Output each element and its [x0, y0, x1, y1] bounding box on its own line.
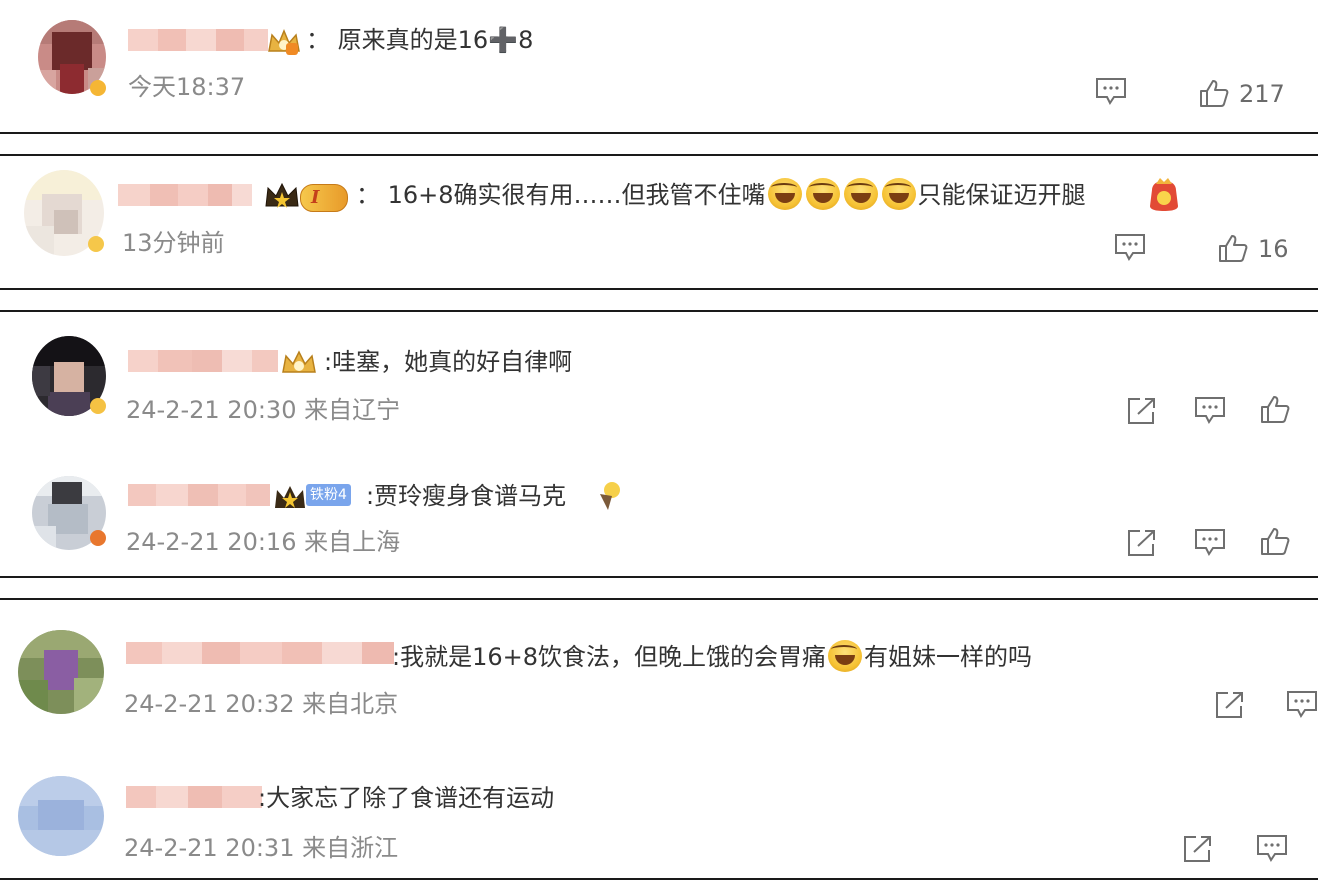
share-icon[interactable] — [1126, 396, 1158, 426]
verified-badge — [90, 80, 106, 96]
comment-text: :贾玲瘦身食谱马克 — [366, 482, 567, 510]
comment-icon[interactable] — [1095, 77, 1127, 105]
verified-badge — [88, 236, 104, 252]
like-count: 16 — [1258, 235, 1289, 263]
comment-time: 13分钟前 — [122, 229, 225, 257]
crown-icon — [265, 182, 299, 208]
like-icon[interactable] — [1218, 233, 1248, 263]
verified-badge — [90, 398, 106, 414]
username-blurred[interactable] — [118, 184, 252, 206]
divider — [0, 576, 1318, 578]
avatar[interactable] — [18, 776, 104, 856]
comment-time: 24-2-21 20:32 来自北京 — [124, 690, 399, 718]
share-icon[interactable] — [1214, 690, 1246, 720]
comment-time: 24-2-21 20:30 来自辽宁 — [126, 396, 401, 424]
plus-icon: ➕ — [488, 26, 519, 54]
comment-icon[interactable] — [1256, 834, 1288, 862]
lucky-bag-icon — [1150, 178, 1178, 211]
divider — [0, 310, 1318, 312]
comment-text: :大家忘了除了食谱还有运动 — [258, 784, 555, 812]
share-icon[interactable] — [1182, 834, 1214, 864]
like-count: 217 — [1239, 80, 1285, 108]
username-blurred[interactable] — [126, 642, 394, 664]
rank-badge: I — [300, 184, 348, 212]
divider — [0, 598, 1318, 600]
fan-badge: 铁粉4 — [306, 484, 351, 506]
comment-text: :哇塞，她真的好自律啊 — [324, 348, 573, 376]
divider — [0, 132, 1318, 134]
divider — [0, 878, 1318, 880]
like-icon[interactable] — [1260, 526, 1290, 556]
like-icon[interactable] — [1199, 78, 1229, 108]
username-blurred[interactable] — [128, 350, 278, 372]
crown-icon — [275, 486, 305, 508]
avatar[interactable] — [18, 630, 104, 714]
comment-icon[interactable] — [1286, 690, 1318, 718]
comment-icon[interactable] — [1194, 528, 1226, 556]
divider — [0, 288, 1318, 290]
comment-icon[interactable] — [1114, 233, 1146, 261]
crown-icon — [268, 29, 300, 55]
comment-time: 24-2-21 20:16 来自上海 — [126, 528, 401, 556]
comment-text: ： 16+8确实很有用……但我管不住嘴 只能保证迈开腿 — [356, 178, 1086, 212]
laugh-emoji — [805, 178, 840, 210]
laugh-emoji — [843, 178, 878, 210]
comment-time: 今天18:37 — [128, 73, 246, 101]
laugh-emoji — [767, 178, 802, 210]
divider — [0, 154, 1318, 156]
username-blurred[interactable] — [128, 484, 270, 506]
share-icon[interactable] — [1126, 528, 1158, 558]
ice-cream-icon — [600, 482, 620, 510]
username-blurred[interactable] — [126, 786, 262, 808]
like-icon[interactable] — [1260, 394, 1290, 424]
laugh-emoji — [881, 178, 916, 210]
username-blurred[interactable] — [128, 29, 268, 51]
comment-text: ： 原来真的是16➕8 — [306, 26, 534, 54]
laugh-emoji — [828, 640, 863, 672]
comment-icon[interactable] — [1194, 396, 1226, 424]
crown-icon — [282, 350, 316, 373]
comment-text: :我就是16+8饮食法，但晚上饿的会胃痛 有姐妹一样的吗 — [392, 640, 1032, 674]
verified-badge — [90, 530, 106, 546]
comment-time: 24-2-21 20:31 来自浙江 — [124, 834, 399, 862]
